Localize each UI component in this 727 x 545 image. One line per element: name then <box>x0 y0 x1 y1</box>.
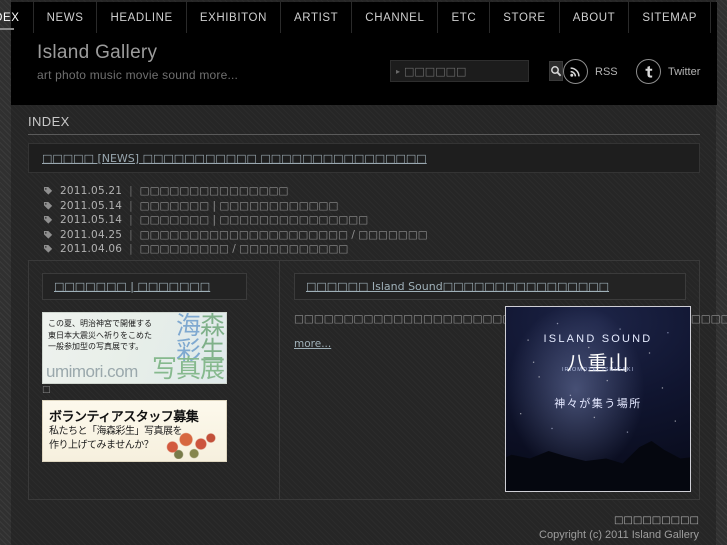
page-root: INDEX NEWS HEADLINE EXHIBITON ARTIST CHANNEL E… <box>0 0 727 545</box>
site-title: Island Gallery <box>37 42 158 63</box>
nav-item-label: NEWS <box>46 11 84 24</box>
news-separator: | <box>129 199 133 212</box>
twitter-block[interactable]: Twitter <box>636 59 700 84</box>
news-list-item[interactable]: 2011.04.25 | □□□□□□□□□□□□□□□□□□□□□ / □□□□□… <box>43 228 717 242</box>
news-separator: | <box>129 228 133 241</box>
search-icon <box>551 66 562 77</box>
news-highlight-bar[interactable]: □□□□□ [NEWS] □□□□□□□□□□□ □□□□□□□□□□□□□□□… <box>28 143 700 173</box>
nav-item-label: HEADLINE <box>110 11 173 24</box>
banner-umimori-url: umimori.com <box>46 362 138 381</box>
banner-umimori-caption: □ <box>42 385 51 395</box>
news-list-item[interactable]: 2011.04.06 | □□□□□□□□□ / □□□□□□□□□□□ <box>43 242 717 256</box>
right-panel-header: □□□□□□ Island Sound□□□□□□□□□□□□□□□□ <box>294 273 686 300</box>
album-cover-island-sound[interactable]: ISLAND SOUND 八重山 IRIOMOTE, ISHIGAKI 神々が集… <box>505 306 691 492</box>
news-date: 2011.05.14 <box>60 214 123 226</box>
nav-item-label: SITEMAP <box>642 11 697 24</box>
rss-label: RSS <box>595 65 618 78</box>
twitter-label: Twitter <box>668 65 701 78</box>
rss-button[interactable] <box>563 59 588 84</box>
left-panel-link[interactable]: □□□□□□□ | □□□□□□□ <box>54 280 210 293</box>
album-tagline: 神々が集う場所 <box>554 397 642 410</box>
news-separator: | <box>129 185 133 197</box>
flower-decoration-icon <box>160 429 222 459</box>
news-separator: | <box>129 243 133 255</box>
nav-item-sitemap[interactable]: SITEMAP <box>629 2 711 33</box>
site-header: INDEX NEWS HEADLINE EXHIBITON ARTIST CHANNEL E… <box>0 2 717 105</box>
left-column: □□□□□□□ | □□□□□□□ この夏、明治神宮で開催する 東日本大震災へ祈… <box>29 261 280 499</box>
nav-item-etc[interactable]: ETC <box>438 2 491 33</box>
news-list-item[interactable]: 2011.05.21 | □□□□□□□□□□□□□□□ <box>43 184 717 198</box>
nav-item-index[interactable]: INDEX <box>0 2 34 33</box>
news-date: 2011.05.14 <box>60 199 123 212</box>
news-highlight-link[interactable]: □□□□□ [NEWS] □□□□□□□□□□□ □□□□□□□□□□□□□□□… <box>42 152 427 165</box>
rss-icon <box>570 67 580 77</box>
nav-item-news[interactable]: NEWS <box>34 2 98 33</box>
news-separator: | <box>129 214 133 226</box>
main-content: INDEX □□□□□ [NEWS] □□□□□□□□□□□ □□□□□□□□□… <box>11 105 727 515</box>
frame-rail-right <box>716 0 727 545</box>
news-date: 2011.04.06 <box>60 243 123 255</box>
nav-item-label: ETC <box>451 11 477 24</box>
nav-item-about[interactable]: ABOUT <box>560 2 630 33</box>
twitter-button[interactable] <box>636 59 661 84</box>
banner-umimori-body: この夏、明治神宮で開催する 東日本大震災へ祈りをこめた 一般参加型の写真展です。 <box>48 319 152 351</box>
tag-icon <box>44 187 53 195</box>
twitter-icon <box>645 65 653 78</box>
news-list-item[interactable]: 2011.05.14 | □□□□□□□ | □□□□□□□□□□□□□□□ <box>43 213 717 227</box>
nav-item-label: EXHIBITON <box>199 11 267 24</box>
search-caret-icon: ▸ <box>396 66 401 76</box>
main-navigation: INDEX NEWS HEADLINE EXHIBITON ARTIST CHANNEL E… <box>0 2 717 33</box>
tag-icon <box>44 245 53 253</box>
news-title: □□□□□□□□□ / □□□□□□□□□□□ <box>139 243 349 255</box>
rss-block[interactable]: RSS <box>563 59 618 84</box>
news-date: 2011.04.25 <box>60 228 123 241</box>
nav-item-artist[interactable]: ARTIST <box>281 2 353 33</box>
footer-link[interactable]: □□□□□□□□□ <box>11 515 699 526</box>
search-box[interactable]: ▸ <box>390 60 564 82</box>
news-title: □□□□□□□□□□□□□□□ <box>139 185 289 197</box>
news-title: □□□□□□□ | □□□□□□□□□□□□ <box>139 199 339 212</box>
album-brand: ISLAND SOUND <box>543 333 653 345</box>
nav-item-label: STORE <box>503 11 546 24</box>
brand-row: Island Gallery art photo music movie sou… <box>11 33 717 105</box>
search-button[interactable] <box>549 61 564 81</box>
brand: Island Gallery art photo music movie sou… <box>37 42 238 82</box>
banner-volunteer[interactable]: ボランティアスタッフ募集 私たちと「海森彩生」写真展を 作り上げてみませんか？ <box>42 400 227 462</box>
tag-icon <box>44 230 53 239</box>
intro-paragraph: □□□□□□□□□□□□□□□□□□□□□□□□□□□□□□□□□□□□□□□□… <box>294 312 727 326</box>
news-list: 2011.05.21 | □□□□□□□□□□□□□□□ 2011.05.14 | □□□… <box>43 184 717 256</box>
tag-icon <box>44 201 53 210</box>
copyright-text: Copyright (c) 2011 Island Gallery <box>539 529 699 541</box>
news-title: □□□□□□□ | □□□□□□□□□□□□□□□ <box>139 214 369 226</box>
right-panel-link[interactable]: □□□□□□ Island Sound□□□□□□□□□□□□□□□□ <box>306 280 609 293</box>
news-date: 2011.05.21 <box>60 185 123 197</box>
nav-item-label: ABOUT <box>572 11 616 24</box>
right-column: □□□□□□ Island Sound□□□□□□□□□□□□□□□□ □□□□… <box>280 261 727 499</box>
content-columns: □□□□□□□ | □□□□□□□ この夏、明治神宮で開催する 東日本大震災へ祈… <box>28 260 727 500</box>
more-link[interactable]: more... <box>294 338 331 350</box>
site-tagline: art photo music movie sound more... <box>37 68 239 82</box>
news-title: □□□□□□□□□□□□□□□□□□□□□ / □□□□□□□ <box>139 228 428 241</box>
site-footer: □□□□□□□□□ Copyright (c) 2011 Island Gall… <box>11 515 716 545</box>
nav-item-channel[interactable]: CHANNEL <box>352 2 439 33</box>
search-input[interactable] <box>404 64 550 78</box>
album-subtitle: IRIOMOTE, ISHIGAKI <box>561 367 635 373</box>
nav-item-label: INDEX <box>0 11 20 24</box>
nav-item-label: ARTIST <box>294 11 339 24</box>
left-panel-header: □□□□□□□ | □□□□□□□ <box>42 273 247 300</box>
nav-item-exhibiton[interactable]: EXHIBITON <box>187 2 281 33</box>
nav-item-label: CHANNEL <box>365 11 425 24</box>
nav-item-headline[interactable]: HEADLINE <box>97 2 187 33</box>
nav-item-store[interactable]: STORE <box>490 2 560 33</box>
page-title: INDEX <box>28 114 700 135</box>
frame-rail-left <box>0 0 11 545</box>
tag-icon <box>44 216 53 224</box>
banner-umimori[interactable]: この夏、明治神宮で開催する 東日本大震災へ祈りをこめた 一般参加型の写真展です。… <box>42 312 227 384</box>
banner-volunteer-title: ボランティアスタッフ募集 <box>49 410 199 425</box>
banner-umimori-kanji-bottom: 写真展 <box>151 354 225 383</box>
news-list-item[interactable]: 2011.05.14 | □□□□□□□ | □□□□□□□□□□□□ <box>43 199 717 213</box>
